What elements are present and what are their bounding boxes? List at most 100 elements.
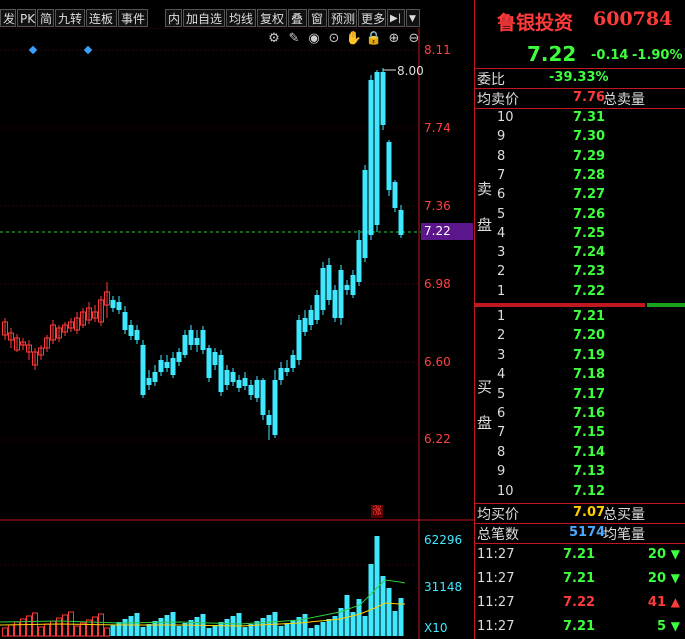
hand-icon[interactable]: ✋ [345, 31, 363, 46]
target-icon[interactable]: ⊙ [325, 31, 343, 46]
level-price: 7.14 [573, 444, 606, 460]
level-number: 5 [497, 386, 506, 402]
tick-time: 11:27 [477, 619, 515, 634]
volume-bar [176, 626, 182, 636]
level-price: 7.26 [573, 206, 606, 222]
sell-level-row[interactable]: 2 7.23 [475, 264, 685, 282]
volume-bar [44, 623, 50, 637]
toolbar-item-10[interactable]: 叠 [288, 9, 307, 27]
current-price: 7.22 [527, 42, 577, 66]
limit-up-mark: 涨 [371, 505, 383, 518]
zoom-out-icon[interactable]: ⊖ [405, 31, 423, 46]
price-axis-label: 8.11 [424, 43, 451, 57]
stock-code: 600784 [593, 8, 673, 30]
weibi-label: 委比 [477, 72, 505, 88]
buy-level-row[interactable]: 10 7.12 [475, 484, 685, 502]
buy-level-row[interactable]: 5 7.17 [475, 387, 685, 405]
divider [475, 108, 685, 109]
candle-body-down [320, 268, 326, 310]
toolbar-item-3[interactable]: 九转 [55, 9, 85, 27]
volume-bar [116, 622, 122, 636]
volume-bar [80, 622, 86, 637]
tick-time: 11:27 [477, 595, 515, 610]
price-change-pct: -1.90% [632, 48, 683, 63]
lock-icon[interactable]: 🔒 [365, 31, 383, 46]
volume-bar [224, 619, 230, 636]
weibi-value: -39.33% [549, 70, 609, 85]
zoom-in-icon[interactable]: ⊕ [385, 31, 403, 46]
level-number: 3 [497, 245, 506, 261]
avg-sell-label: 均卖价 [477, 92, 519, 108]
level-price: 7.23 [573, 264, 606, 280]
buy-level-row[interactable]: 4 7.18 [475, 367, 685, 385]
tick-price: 7.21 [563, 619, 596, 634]
total-sell-label: 总卖量 [603, 92, 645, 108]
expand-arrow-button[interactable]: ▶| [387, 9, 405, 27]
toolbar-item-12[interactable]: 预测 [328, 9, 357, 27]
candle-body-down [368, 80, 374, 235]
buy-level-row[interactable]: 7 7.15 [475, 425, 685, 443]
buy-level-row[interactable]: 1 7.21 [475, 309, 685, 327]
toolbar-item-9[interactable]: 复权 [257, 9, 287, 27]
toolbar-item-11[interactable]: 窗 [308, 9, 327, 27]
level-price: 7.20 [573, 328, 606, 344]
toolbar-item-0[interactable]: 发 [0, 9, 16, 27]
buy-level-row[interactable]: 2 7.20 [475, 328, 685, 346]
volume-bar [38, 626, 44, 637]
sell-level-row[interactable]: 7 7.28 [475, 168, 685, 186]
dropdown-button[interactable]: ▼ [406, 9, 420, 27]
sell-level-row[interactable]: 10 7.31 [475, 110, 685, 128]
sell-pressure-bar [475, 303, 645, 307]
toolbar-item-4[interactable]: 连板 [86, 9, 117, 27]
volume-bar [152, 621, 158, 636]
sell-level-row[interactable]: 8 7.29 [475, 149, 685, 167]
sell-level-row[interactable]: 4 7.25 [475, 226, 685, 244]
candle-body-down [374, 72, 380, 225]
volume-bar [128, 616, 134, 636]
candle-body-down [338, 270, 344, 318]
event-marker [28, 45, 38, 55]
volume-bar [314, 625, 320, 636]
candle-body-down [152, 372, 158, 382]
candle-body-down [326, 265, 332, 300]
candle-body-down [398, 210, 404, 235]
toolbar-item-1[interactable]: PK [17, 9, 36, 27]
tick-time: 11:27 [477, 571, 515, 586]
level-price: 7.22 [573, 283, 606, 299]
volume-bar [2, 627, 8, 637]
volume-bar [158, 618, 164, 636]
candle-body-down [188, 330, 194, 345]
toolbar-item-13[interactable]: 更多 [358, 9, 386, 27]
eye-icon[interactable]: ◉ [305, 31, 323, 46]
buy-side-label-2: 盘 [477, 414, 493, 432]
candle-body-down [254, 380, 260, 398]
buy-level-row[interactable]: 6 7.16 [475, 406, 685, 424]
tick-row: 11:27 7.21 5 ▼ [475, 619, 685, 639]
candle-body-down [146, 378, 152, 385]
buy-level-row[interactable]: 9 7.13 [475, 464, 685, 482]
candle-body-down [116, 302, 122, 310]
settings-icon[interactable]: ⚙ [265, 31, 283, 46]
sell-level-row[interactable]: 9 7.30 [475, 129, 685, 147]
price-axis-label: 7.74 [424, 121, 451, 135]
sell-level-row[interactable]: 1 7.22 [475, 284, 685, 302]
kline-chart[interactable] [0, 0, 474, 639]
toolbar-item-8[interactable]: 均线 [226, 9, 256, 27]
tick-price: 7.21 [563, 547, 596, 562]
toolbar-item-6[interactable]: 内 [165, 9, 182, 27]
sell-level-row[interactable]: 5 7.26 [475, 207, 685, 225]
volume-axis-unit: X10 [424, 621, 448, 635]
level-number: 2 [497, 328, 506, 344]
pen-icon[interactable]: ✎ [285, 31, 303, 46]
toolbar-item-7[interactable]: 加自选 [183, 9, 225, 27]
tick-volume: 20 [647, 547, 666, 562]
buy-level-row[interactable]: 3 7.19 [475, 348, 685, 366]
candle-body-down [278, 368, 284, 380]
sell-level-row[interactable]: 6 7.27 [475, 187, 685, 205]
candle-body-down [356, 240, 362, 282]
toolbar-item-5[interactable]: 事件 [118, 9, 148, 27]
sell-level-row[interactable]: 3 7.24 [475, 245, 685, 263]
toolbar-item-2[interactable]: 简 [37, 9, 54, 27]
buy-level-row[interactable]: 8 7.14 [475, 445, 685, 463]
level-number: 6 [497, 406, 506, 421]
